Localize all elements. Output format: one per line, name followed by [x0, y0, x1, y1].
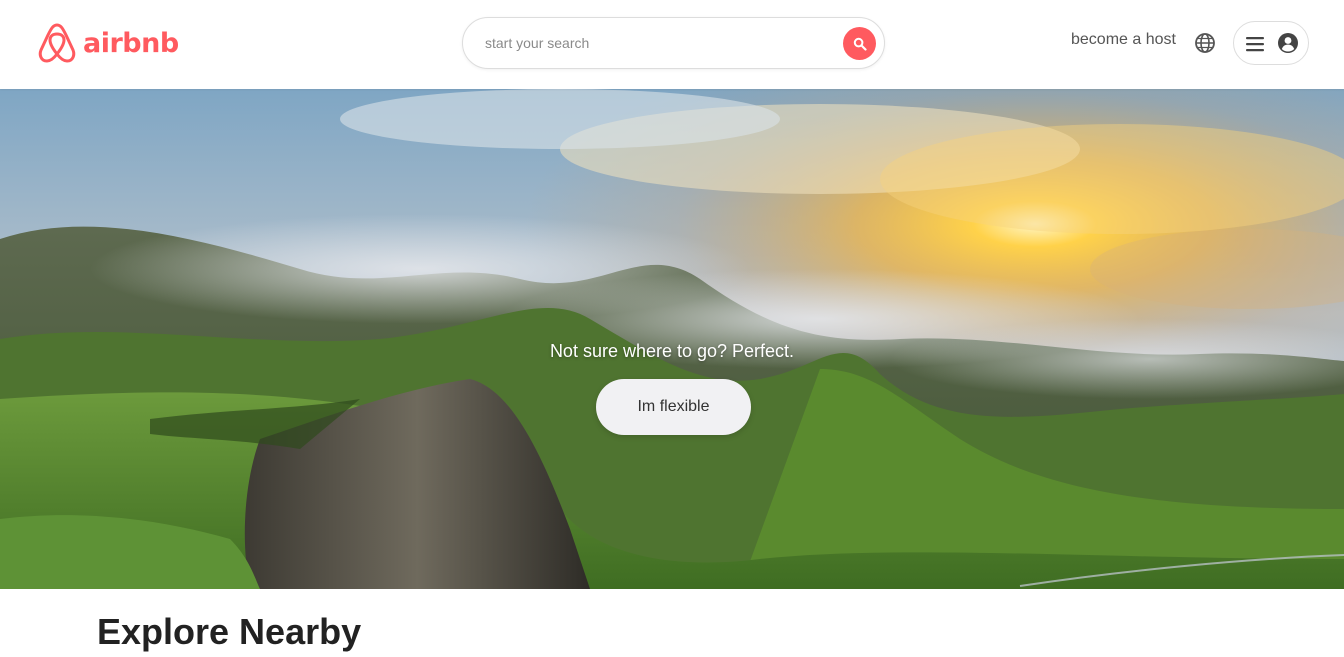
user-circle-icon	[1278, 33, 1298, 53]
hero-landscape-image	[0, 89, 1344, 589]
search-bar[interactable]	[462, 17, 885, 69]
airbnb-logo[interactable]: airbnb	[37, 22, 179, 64]
globe-icon[interactable]	[1194, 32, 1216, 54]
user-menu-button[interactable]	[1233, 21, 1309, 65]
im-flexible-button[interactable]: Im flexible	[596, 379, 751, 435]
explore-nearby-heading: Explore Nearby	[97, 611, 362, 652]
become-host-link[interactable]: become a host	[1071, 31, 1176, 49]
search-input[interactable]	[483, 30, 823, 56]
search-icon	[853, 37, 867, 51]
airbnb-logo-icon	[38, 23, 76, 63]
top-nav-bar: airbnb become a host	[0, 0, 1344, 89]
logo-wordmark: airbnb	[83, 27, 179, 59]
search-button[interactable]	[843, 27, 876, 60]
hero-caption: Not sure where to go? Perfect.	[549, 341, 795, 361]
hamburger-icon	[1246, 37, 1264, 52]
hero-banner: Not sure where to go? Perfect. Im flexib…	[0, 89, 1344, 589]
